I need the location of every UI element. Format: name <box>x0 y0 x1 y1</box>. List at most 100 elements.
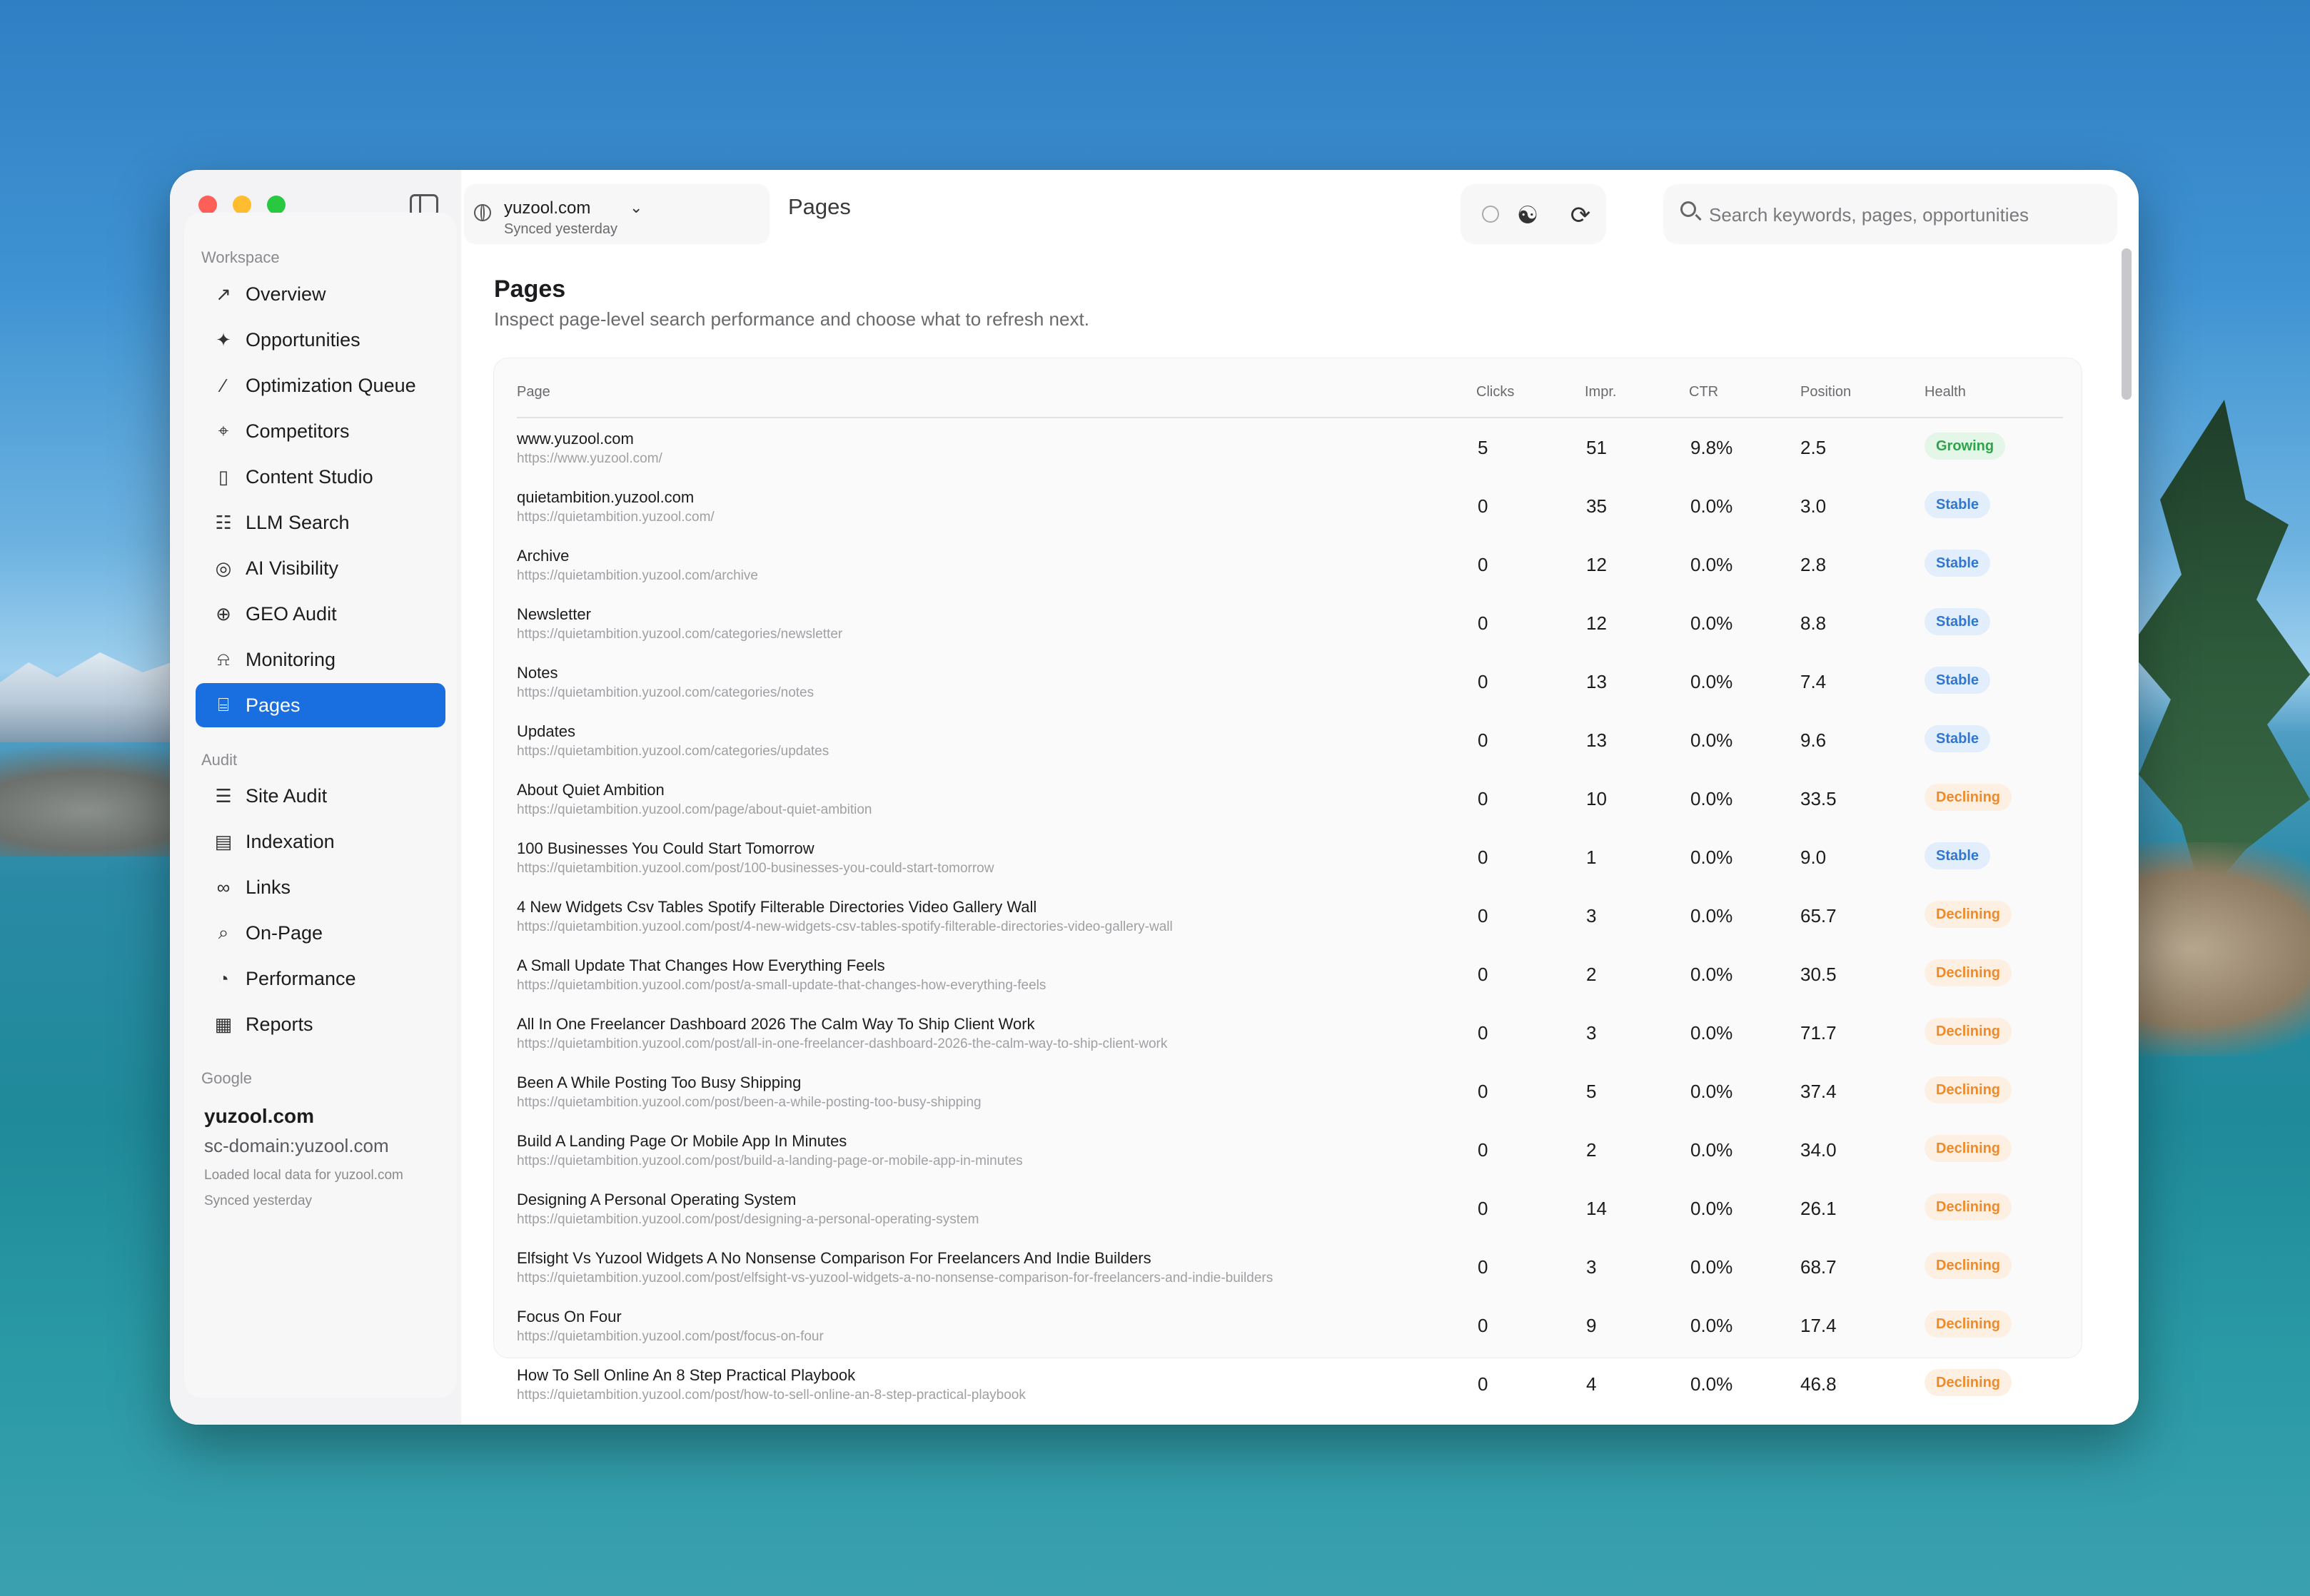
sidebar-item-geo-audit[interactable]: ⊕ GEO Audit <box>196 592 445 636</box>
impr-cell: 13 <box>1586 729 1607 751</box>
page-subtitle: Inspect page-level search performance an… <box>494 308 1089 330</box>
sidebar-item-overview[interactable]: ↗ Overview <box>196 272 445 316</box>
page-url-cell: https://quietambition.yuzool.com/page/ab… <box>517 802 872 817</box>
position-cell: 37.4 <box>1800 1081 1837 1102</box>
magnifier-icon: ⌕ <box>218 921 229 943</box>
page-url-cell: https://quietambition.yuzool.com/categor… <box>517 744 829 759</box>
ctr-cell: 0.0% <box>1690 1373 1733 1395</box>
header-page[interactable]: Page <box>517 384 550 400</box>
clicks-cell: 0 <box>1478 1198 1488 1219</box>
page-url-cell: https://www.yuzool.com/ <box>517 451 662 466</box>
page-title-cell: 100 Businesses You Could Start Tomorrow <box>517 839 814 857</box>
ctr-cell: 0.0% <box>1690 1315 1733 1336</box>
sidebar-item-label: Site Audit <box>246 784 328 807</box>
page-title-cell: About Quiet Ambition <box>517 781 665 799</box>
sidebar-item-indexation[interactable]: ▤ Indexation <box>196 819 445 864</box>
health-badge: Declining <box>1925 1018 2012 1045</box>
impr-cell: 10 <box>1586 788 1607 809</box>
sidebar-item-reports[interactable]: ▦ Reports <box>196 1002 445 1046</box>
sidebar-item-monitoring[interactable]: ⍾ Monitoring <box>196 637 445 682</box>
clicks-cell: 5 <box>1478 437 1488 458</box>
sidebar-item-performance[interactable]: ◔ Performance <box>196 956 445 1001</box>
clicks-cell: 0 <box>1478 1022 1488 1044</box>
ctr-cell: 0.0% <box>1690 1081 1733 1102</box>
ctr-cell: 0.0% <box>1690 847 1733 868</box>
page-title-cell: www.yuzool.com <box>517 430 634 448</box>
sidebar-item-label: Pages <box>246 694 301 716</box>
sidebar-item-llm-search[interactable]: ☷ LLM Search <box>196 500 445 545</box>
header-divider <box>517 417 2063 418</box>
page-url-cell: https://quietambition.yuzool.com/post/ho… <box>517 1388 1026 1403</box>
clicks-cell: 0 <box>1478 671 1488 692</box>
health-badge: Declining <box>1925 1076 2012 1103</box>
scrollbar[interactable] <box>2122 248 2132 400</box>
health-badge: Declining <box>1925 959 2012 986</box>
sidebar-item-label: Competitors <box>246 420 350 442</box>
page-url-cell: https://quietambition.yuzool.com/post/fo… <box>517 1329 824 1344</box>
page-url-cell: https://quietambition.yuzool.com/post/a-… <box>517 978 1046 993</box>
google-property: sc-domain:yuzool.com <box>204 1135 389 1156</box>
clicks-cell: 0 <box>1478 1315 1488 1336</box>
sidebar-item-ai-visibility[interactable]: ◎ AI Visibility <box>196 546 445 590</box>
ctr-cell: 0.0% <box>1690 671 1733 692</box>
health-badge: Stable <box>1925 491 1991 518</box>
sidebar-item-content-studio[interactable]: ▯ Content Studio <box>196 455 445 499</box>
impr-cell: 12 <box>1586 612 1607 634</box>
ctr-cell: 9.8% <box>1690 437 1733 458</box>
page-title-cell: All In One Freelancer Dashboard 2026 The… <box>517 1015 1035 1033</box>
header-position[interactable]: Position <box>1800 384 1851 400</box>
wand-icon: ∕ <box>221 374 226 396</box>
clicks-cell: 0 <box>1478 1256 1488 1278</box>
page-url-cell: https://quietambition.yuzool.com/post/bu… <box>517 1153 1023 1168</box>
impr-cell: 14 <box>1586 1198 1607 1219</box>
health-badge: Growing <box>1925 433 2006 460</box>
impr-cell: 13 <box>1586 671 1607 692</box>
clicks-cell: 0 <box>1478 964 1488 985</box>
page-url-cell: https://quietambition.yuzool.com/ <box>517 510 715 525</box>
impr-cell: 12 <box>1586 554 1607 575</box>
sidebar-item-site-audit[interactable]: ☰ Site Audit <box>196 774 445 818</box>
table-row[interactable]: How To Sell Online An 8 Step Practical P… <box>170 170 2139 1403</box>
header-clicks[interactable]: Clicks <box>1476 384 1514 400</box>
health-badge: Declining <box>1925 1193 2012 1221</box>
sidebar-item-links[interactable]: ∞ Links <box>196 865 445 909</box>
health-badge: Declining <box>1925 901 2012 928</box>
google-domain: yuzool.com <box>204 1105 315 1127</box>
sidebar-item-on-page[interactable]: ⌕ On-Page <box>196 911 445 955</box>
link-icon: ∞ <box>216 876 231 898</box>
sidebar: Workspace ↗ Overview ✦ Opportunities ∕ Optimi… <box>170 170 461 1425</box>
page-title-cell: quietambition.yuzool.com <box>517 488 695 506</box>
bell-icon: ⍾ <box>217 648 230 670</box>
sidebar-item-label: Monitoring <box>246 648 336 670</box>
clicks-cell: 0 <box>1478 495 1488 517</box>
page-title-cell: How To Sell Online An 8 Step Practical P… <box>517 1366 856 1384</box>
sidebar-item-opportunities[interactable]: ✦ Opportunities <box>196 318 445 362</box>
gauge-icon: ◔ <box>218 967 229 989</box>
header-ctr[interactable]: CTR <box>1689 384 1718 400</box>
sidebar-item-label: LLM Search <box>246 511 350 533</box>
health-badge: Stable <box>1925 667 1991 694</box>
position-cell: 68.7 <box>1800 1256 1837 1278</box>
document-icon: ▯ <box>218 465 229 488</box>
sidebar-item-optimization-queue[interactable]: ∕ Optimization Queue <box>196 363 445 408</box>
health-badge: Declining <box>1925 1135 2012 1162</box>
clicks-cell: 0 <box>1478 729 1488 751</box>
ctr-cell: 0.0% <box>1690 1022 1733 1044</box>
impr-cell: 5 <box>1586 1081 1597 1102</box>
page-title-cell: Focus On Four <box>517 1308 622 1325</box>
sidebar-item-label: GEO Audit <box>246 602 337 625</box>
page-title-cell: Been A While Posting Too Busy Shipping <box>517 1074 802 1091</box>
ctr-cell: 0.0% <box>1690 788 1733 809</box>
header-health[interactable]: Health <box>1925 384 1966 400</box>
health-badge: Declining <box>1925 1252 2012 1279</box>
sidebar-item-label: Optimization Queue <box>246 374 416 396</box>
position-cell: 8.8 <box>1800 612 1827 634</box>
position-cell: 34.0 <box>1800 1139 1837 1161</box>
page-title-cell: Newsletter <box>517 605 591 623</box>
sidebar-item-pages[interactable]: ⌸ Pages <box>196 683 445 727</box>
page-url-cell: https://quietambition.yuzool.com/post/10… <box>517 861 994 876</box>
header-impr[interactable]: Impr. <box>1585 384 1616 400</box>
ctr-cell: 0.0% <box>1690 1198 1733 1219</box>
sidebar-item-competitors[interactable]: ⌖ Competitors <box>196 409 445 453</box>
page-title-cell: 4 New Widgets Csv Tables Spotify Filtera… <box>517 898 1037 916</box>
